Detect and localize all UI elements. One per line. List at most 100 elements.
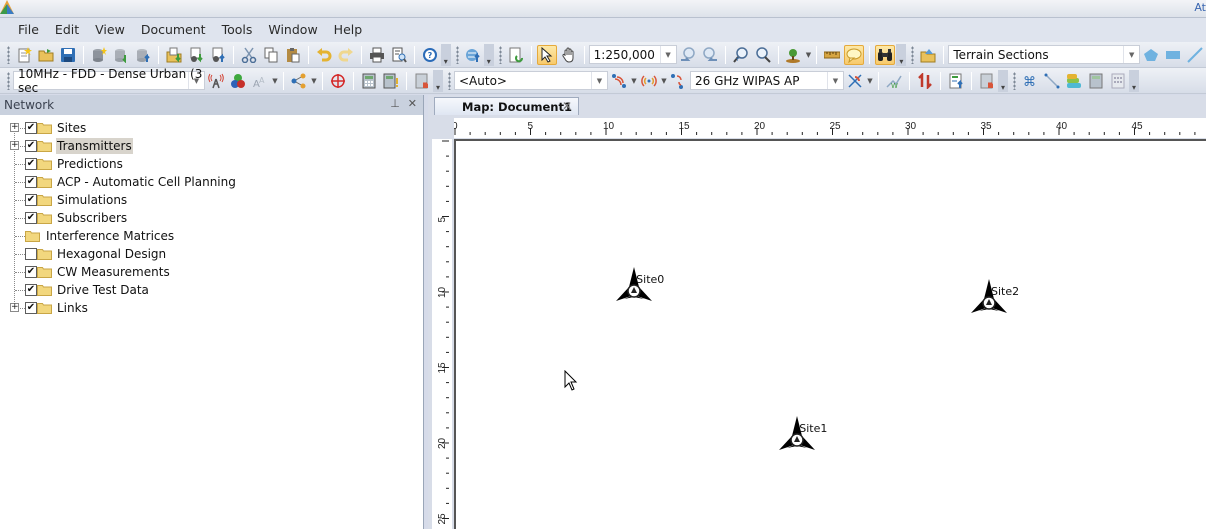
toolbar-overflow[interactable]: ▾: [440, 43, 451, 66]
report-upload-icon[interactable]: [946, 71, 966, 91]
checkbox[interactable]: ✔: [25, 194, 37, 206]
toolbar-overflow[interactable]: ▾: [1129, 69, 1139, 92]
toolbar-grip[interactable]: [7, 45, 10, 64]
share-nodes-icon[interactable]: [289, 71, 309, 91]
checkbox[interactable]: ✔: [25, 122, 37, 134]
layers-icon[interactable]: [1064, 71, 1084, 91]
close-icon[interactable]: ✕: [408, 97, 417, 110]
tree-item-predictions[interactable]: ✔ Predictions: [0, 155, 423, 173]
refresh-database-icon[interactable]: [111, 45, 131, 65]
new-document-icon[interactable]: [14, 45, 34, 65]
binoculars-icon[interactable]: [875, 44, 896, 65]
menu-document[interactable]: Document: [133, 20, 214, 40]
zoom-next-icon[interactable]: [700, 45, 720, 65]
calculator-icon[interactable]: [359, 71, 379, 91]
refresh-document-icon[interactable]: [506, 45, 526, 65]
menu-tools[interactable]: Tools: [214, 20, 261, 40]
profile-select[interactable]: 10MHz - FDD - Dense Urban (3 sec ▼: [13, 67, 205, 95]
tree-item-subscribers[interactable]: ✔ Subscribers: [0, 209, 423, 227]
terrain-sections-select[interactable]: Terrain Sections ▼: [948, 45, 1141, 64]
chevron-down-icon[interactable]: ▼: [630, 77, 638, 85]
tree-item-drive-test-data[interactable]: ✔ Drive Test Data: [0, 281, 423, 299]
zoom-in-icon[interactable]: +: [731, 45, 751, 65]
tree-item-sites[interactable]: + ✔ Sites: [0, 119, 423, 137]
chevron-down-icon[interactable]: ▼: [804, 51, 812, 59]
chevron-down-icon[interactable]: ▼: [188, 72, 204, 89]
expand-icon[interactable]: +: [10, 303, 19, 312]
tree-item-label[interactable]: Simulations: [56, 192, 128, 208]
map-canvas[interactable]: Site0 Site2 Site1: [454, 139, 1206, 529]
print-preview-icon[interactable]: [389, 45, 409, 65]
save-icon[interactable]: [58, 45, 78, 65]
link-signal-icon[interactable]: [669, 71, 689, 91]
equipment-select[interactable]: 26 GHz WIPAS AP ▼: [690, 71, 844, 90]
paste-icon[interactable]: [283, 45, 303, 65]
tree-item-acp-automatic-cell-planning[interactable]: ✔ ACP - Automatic Cell Planning: [0, 173, 423, 191]
toolbar-grip[interactable]: [1013, 71, 1016, 90]
tree-item-cw-measurements[interactable]: ✔ CW Measurements: [0, 263, 423, 281]
tree-item-label[interactable]: Interference Matrices: [45, 228, 175, 244]
checkbox[interactable]: ✔: [25, 212, 37, 224]
ruler-icon[interactable]: [822, 45, 842, 65]
help-icon[interactable]: ?: [420, 45, 440, 65]
select-pointer-icon[interactable]: [536, 44, 557, 65]
signal-waves-icon[interactable]: [639, 71, 659, 91]
site-marker-site1[interactable]: Site1: [775, 414, 827, 454]
tree-item-label[interactable]: Hexagonal Design: [56, 246, 167, 262]
tree-item-transmitters[interactable]: + ✔ Transmitters: [0, 137, 423, 155]
checkbox[interactable]: ✔: [25, 266, 37, 278]
pin-icon[interactable]: ⊥: [390, 97, 400, 110]
tree-item-label[interactable]: Predictions: [56, 156, 124, 172]
checkbox[interactable]: ✔: [25, 140, 37, 152]
toolbar-grip[interactable]: [455, 45, 459, 64]
menu-edit[interactable]: Edit: [47, 20, 87, 40]
command-icon[interactable]: ⌘: [1020, 71, 1040, 91]
chevron-down-icon[interactable]: ▼: [827, 72, 843, 89]
label-antenna-icon[interactable]: AA: [250, 71, 270, 91]
terrain-tree-icon[interactable]: [784, 45, 804, 65]
chevron-down-icon[interactable]: ▼: [866, 77, 874, 85]
open-geo-folder-icon[interactable]: [918, 45, 938, 65]
chevron-down-icon[interactable]: ▼: [660, 77, 668, 85]
new-database-icon[interactable]: [89, 45, 109, 65]
chevron-down-icon[interactable]: ▼: [591, 72, 607, 89]
antenna-icon[interactable]: [206, 71, 226, 91]
tab-map-document1[interactable]: Map: Document1 ✕: [434, 97, 579, 115]
tree-item-label[interactable]: CW Measurements: [56, 264, 171, 280]
menu-view[interactable]: View: [87, 20, 133, 40]
calculator-stop-icon[interactable]: [412, 71, 432, 91]
tooltip-icon[interactable]: [844, 44, 865, 65]
checkbox[interactable]: ✔: [25, 302, 37, 314]
tree-item-simulations[interactable]: ✔ Simulations: [0, 191, 423, 209]
zoom-out-icon[interactable]: [753, 45, 773, 65]
site-marker-site2[interactable]: Site2: [967, 277, 1019, 317]
menu-window[interactable]: Window: [260, 20, 325, 40]
close-tab-icon[interactable]: ✕: [562, 99, 572, 113]
line-icon[interactable]: [1185, 45, 1205, 65]
export-config-icon[interactable]: [208, 45, 228, 65]
chevron-down-icon[interactable]: ▼: [310, 77, 318, 85]
measure-line-icon[interactable]: [1042, 71, 1062, 91]
tree-item-label[interactable]: Subscribers: [56, 210, 128, 226]
import-config-icon[interactable]: [186, 45, 206, 65]
tree-item-label[interactable]: Transmitters: [56, 138, 133, 154]
polygon-icon[interactable]: [1141, 45, 1161, 65]
tree-item-hexagonal-design[interactable]: Hexagonal Design: [0, 245, 423, 263]
rectangle-icon[interactable]: [1163, 45, 1183, 65]
toolbar-overflow[interactable]: ▾: [998, 69, 1008, 92]
coverage-link-icon[interactable]: W: [884, 71, 904, 91]
auto-select[interactable]: <Auto> ▼: [454, 71, 608, 90]
toolbar-grip[interactable]: [498, 45, 502, 64]
redo-icon[interactable]: [336, 45, 356, 65]
grid-calculator-icon[interactable]: [1108, 71, 1128, 91]
scale-select[interactable]: 1:250,000 ▼: [588, 45, 677, 64]
interference-icon[interactable]: [609, 71, 629, 91]
print-icon[interactable]: [367, 45, 387, 65]
tree-item-links[interactable]: + ✔ Links: [0, 299, 423, 317]
toolbar-overflow[interactable]: ▾: [433, 69, 443, 92]
calculator-icon[interactable]: [1086, 71, 1106, 91]
expand-icon[interactable]: +: [10, 141, 19, 150]
tree-item-label[interactable]: ACP - Automatic Cell Planning: [56, 174, 237, 190]
calculator-stop-icon[interactable]: [977, 71, 997, 91]
link-analysis-icon[interactable]: [845, 71, 865, 91]
